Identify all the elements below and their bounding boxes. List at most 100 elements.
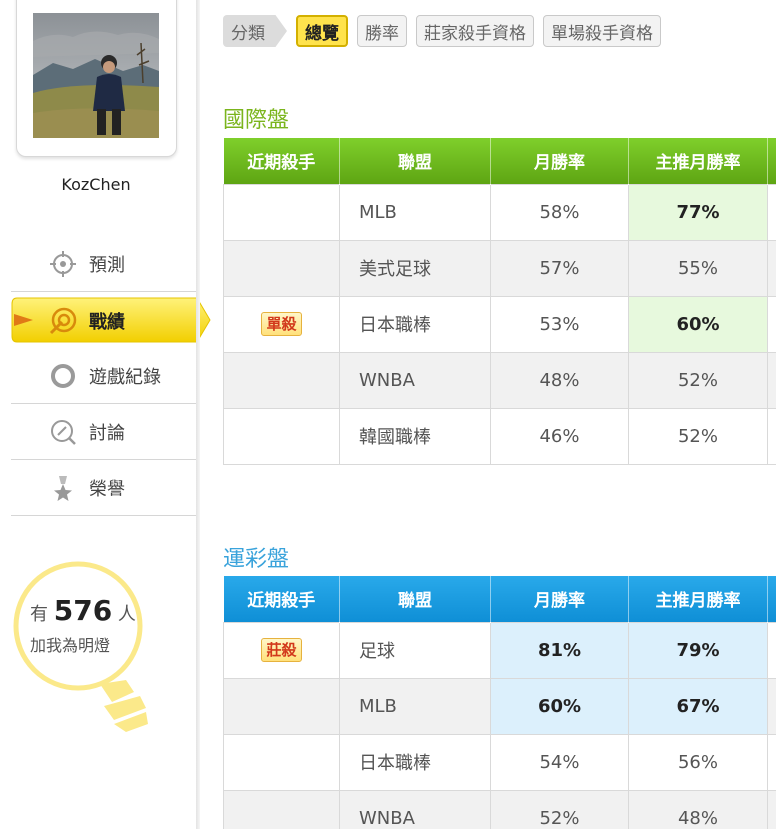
fans-suffix: 人 <box>117 604 136 625</box>
section-title-sports-lottery: 運彩盤 <box>223 547 290 572</box>
tab-overview[interactable]: 總覽 <box>296 15 348 47</box>
badge-cell <box>223 677 340 735</box>
comment-icon <box>47 416 79 448</box>
monthly-rate-cell: 48% <box>490 351 629 409</box>
single-kill-badge: 單殺 <box>261 312 302 336</box>
monthly-rate-cell: 52% <box>490 789 629 829</box>
main-rate-cell: 48% <box>628 789 768 829</box>
tab-single-killer[interactable]: 單場殺手資格 <box>543 15 661 47</box>
table-row: WNBA 48% 52% <box>223 351 776 409</box>
monthly-rate-cell: 57% <box>490 239 629 297</box>
crosshair-icon <box>47 248 79 280</box>
fans-prefix: 有 <box>30 604 48 625</box>
avatar[interactable] <box>33 13 159 138</box>
league-cell[interactable]: 美式足球 <box>339 239 491 297</box>
sidebar-item-label: 榮譽 <box>89 478 125 500</box>
monthly-rate-cell: 60% <box>490 677 629 735</box>
badge-cell <box>223 789 340 829</box>
main-rate-cell: 60% <box>628 295 768 353</box>
overflow-cell <box>767 295 776 353</box>
col-main-monthly-rate: 主推月勝率 <box>628 138 768 184</box>
overflow-cell <box>767 351 776 409</box>
overflow-cell <box>767 407 776 465</box>
overflow-cell <box>767 183 776 241</box>
avatar-card <box>16 0 177 157</box>
international-table: 近期殺手 聯盟 月勝率 主推月勝率 MLB 58% 77% 美式足球 57% 5… <box>223 138 776 465</box>
sidebar-item-label: 預測 <box>89 254 125 276</box>
monthly-rate-cell: 46% <box>490 407 629 465</box>
table-row: 日本職棒 54% 56% <box>223 733 776 791</box>
monthly-rate-cell: 53% <box>490 295 629 353</box>
fans-count: 576 <box>53 594 113 627</box>
main-rate-cell: 67% <box>628 677 768 735</box>
col-league: 聯盟 <box>339 576 491 622</box>
sidebar-item-discussion[interactable]: 討論 <box>11 404 199 460</box>
sidebar-nav: 預測 戰績 遊戲紀錄 討論 榮譽 <box>11 236 211 516</box>
table-header-row: 近期殺手 聯盟 月勝率 主推月勝率 <box>223 138 776 184</box>
table-row: 單殺 日本職棒 53% 60% <box>223 295 776 353</box>
league-cell[interactable]: MLB <box>339 183 491 241</box>
main-rate-cell: 52% <box>628 351 768 409</box>
league-cell[interactable]: 韓國職棒 <box>339 407 491 465</box>
table-row: MLB 58% 77% <box>223 183 776 241</box>
badge-cell <box>223 351 340 409</box>
fans-count-line: 有 576 人 <box>30 594 150 627</box>
fans-widget[interactable]: 有 576 人 加我為明燈 <box>8 560 158 740</box>
monthly-rate-cell: 54% <box>490 733 629 791</box>
table-row: MLB 60% 67% <box>223 677 776 735</box>
sidebar-item-label: 戰績 <box>89 312 125 333</box>
table-header-row: 近期殺手 聯盟 月勝率 主推月勝率 <box>223 576 776 622</box>
sidebar-item-game-history[interactable]: 遊戲紀錄 <box>11 348 199 404</box>
overflow-cell <box>767 621 776 679</box>
main-rate-cell: 79% <box>628 621 768 679</box>
filter-tabs: 分類 總覽 勝率 莊家殺手資格 單場殺手資格 <box>223 15 661 47</box>
banker-kill-badge: 莊殺 <box>261 638 302 662</box>
table-row: WNBA 52% 48% <box>223 789 776 829</box>
col-monthly-rate: 月勝率 <box>490 576 629 622</box>
monthly-rate-cell: 58% <box>490 183 629 241</box>
table-row: 莊殺 足球 81% 79% <box>223 621 776 679</box>
league-cell[interactable]: 日本職棒 <box>339 295 491 353</box>
monthly-rate-cell: 81% <box>490 621 629 679</box>
overflow-cell <box>767 789 776 829</box>
sidebar-item-predict[interactable]: 預測 <box>11 236 199 292</box>
sidebar-divider <box>196 0 200 829</box>
overflow-cell <box>767 239 776 297</box>
tab-banker-killer[interactable]: 莊家殺手資格 <box>416 15 534 47</box>
username[interactable]: KozChen <box>0 175 192 194</box>
fans-cta: 加我為明燈 <box>30 636 111 655</box>
overflow-cell <box>767 733 776 791</box>
col-recent-killer: 近期殺手 <box>223 576 340 622</box>
main-rate-cell: 77% <box>628 183 768 241</box>
sidebar-item-label: 遊戲紀錄 <box>89 366 161 388</box>
league-cell[interactable]: WNBA <box>339 351 491 409</box>
league-cell[interactable]: 足球 <box>339 621 491 679</box>
sports-lottery-table: 近期殺手 聯盟 月勝率 主推月勝率 莊殺 足球 81% 79% MLB 60% … <box>223 576 776 829</box>
col-monthly-rate: 月勝率 <box>490 138 629 184</box>
badge-cell: 單殺 <box>223 295 340 353</box>
sidebar: KozChen 預測 戰績 遊戲紀錄 討論 榮譽 有 576 人 加我為明燈 <box>0 0 211 829</box>
league-cell[interactable]: MLB <box>339 677 491 735</box>
badge-cell: 莊殺 <box>223 621 340 679</box>
sidebar-item-honors[interactable]: 榮譽 <box>11 460 199 516</box>
section-title-international: 國際盤 <box>223 108 290 133</box>
overflow-cell <box>767 677 776 735</box>
league-cell[interactable]: WNBA <box>339 789 491 829</box>
badge-cell <box>223 239 340 297</box>
medal-icon <box>47 472 79 504</box>
main-rate-cell: 56% <box>628 733 768 791</box>
badge-cell <box>223 407 340 465</box>
badge-cell <box>223 733 340 791</box>
table-row: 韓國職棒 46% 52% <box>223 407 776 465</box>
main-rate-cell: 52% <box>628 407 768 465</box>
ring-icon <box>47 360 79 392</box>
league-cell[interactable]: 日本職棒 <box>339 733 491 791</box>
col-overflow <box>767 576 776 622</box>
main-rate-cell: 55% <box>628 239 768 297</box>
tab-win-rate[interactable]: 勝率 <box>357 15 407 47</box>
badge-cell <box>223 183 340 241</box>
target-icon <box>47 305 79 337</box>
col-recent-killer: 近期殺手 <box>223 138 340 184</box>
col-league: 聯盟 <box>339 138 491 184</box>
sidebar-item-record[interactable]: 戰績 <box>11 294 211 348</box>
